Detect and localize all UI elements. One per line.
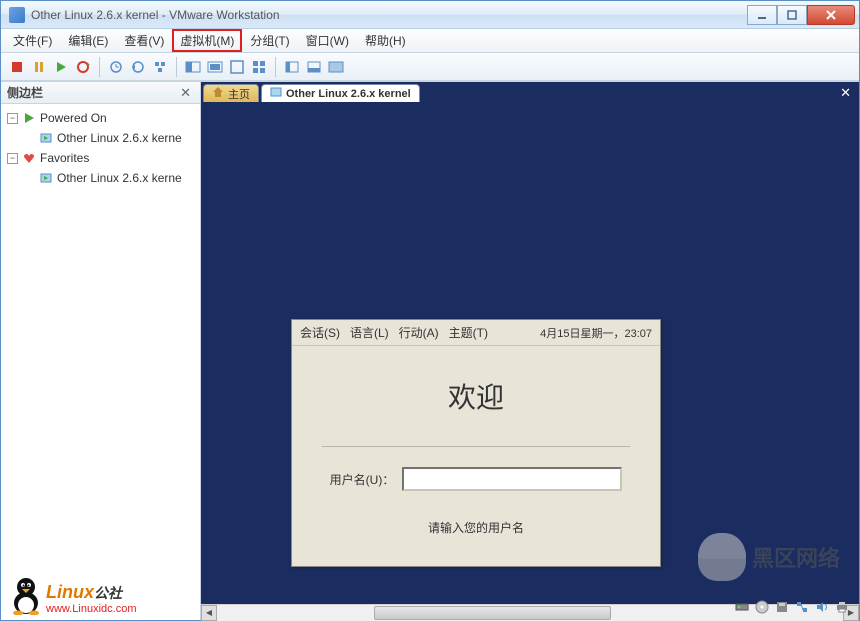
login-panel: 会话(S) 语言(L) 行动(A) 主题(T) 4月15日星期一，23:07 欢…	[291, 319, 661, 567]
vm-icon	[270, 86, 282, 101]
tab-vm[interactable]: Other Linux 2.6.x kernel	[261, 84, 420, 102]
login-body: 欢迎 用户名(U)： 请输入您的用户名	[292, 346, 660, 566]
separator	[99, 57, 100, 77]
collapse-icon[interactable]: −	[7, 113, 18, 124]
maximize-button[interactable]	[777, 5, 807, 25]
play-icon[interactable]	[51, 57, 71, 77]
watermark-text: Linux公社 www.Linuxidc.com	[46, 582, 136, 615]
linux-brand: Linux公社	[46, 582, 136, 603]
network-icon[interactable]	[794, 599, 810, 615]
app-icon	[9, 7, 25, 23]
watermark-right: 黑区网络	[698, 533, 840, 581]
tree-group-favorites[interactable]: − Favorites	[3, 148, 198, 168]
toolbar	[1, 53, 859, 81]
unity-icon[interactable]	[249, 57, 269, 77]
separator	[176, 57, 177, 77]
sound-icon[interactable]	[814, 599, 830, 615]
tab-close-icon[interactable]: ✕	[834, 85, 857, 101]
menu-view[interactable]: 查看(V)	[116, 29, 172, 52]
menu-help[interactable]: 帮助(H)	[357, 29, 414, 52]
tree-label: Favorites	[40, 151, 89, 165]
login-menu-lang[interactable]: 语言(L)	[350, 324, 389, 341]
scroll-thumb[interactable]	[374, 606, 612, 620]
login-menu-action[interactable]: 行动(A)	[399, 324, 439, 341]
close-button[interactable]	[807, 5, 855, 25]
tree-label: Other Linux 2.6.x kerne	[57, 131, 182, 145]
minimize-button[interactable]	[747, 5, 777, 25]
watermark-right-text: 黑区网络	[752, 541, 840, 573]
vm-icon	[39, 131, 53, 145]
sidebar-tree: − Powered On Other Linux 2.6.x kerne − F…	[1, 104, 200, 192]
status-icons	[734, 599, 850, 615]
sidebar: 侧边栏 ✕ − Powered On Other Linux 2.6.x ker…	[1, 82, 201, 620]
login-datetime: 4月15日星期一，23:07	[540, 325, 652, 341]
view-toolbar-icon[interactable]	[326, 57, 346, 77]
linux-url: www.Linuxidc.com	[46, 603, 136, 615]
username-row: 用户名(U)：	[322, 467, 630, 491]
scroll-left-icon[interactable]: ◀	[201, 605, 217, 621]
login-welcome-text: 欢迎	[322, 376, 630, 416]
tab-strip: 主页 Other Linux 2.6.x kernel ✕	[201, 82, 859, 104]
sidebar-title: 侧边栏	[7, 84, 177, 101]
penguin-icon	[8, 575, 44, 615]
fullscreen-icon[interactable]	[227, 57, 247, 77]
menu-file[interactable]: 文件(F)	[5, 29, 60, 52]
menu-vm[interactable]: 虚拟机(M)	[172, 29, 242, 52]
collapse-icon[interactable]: −	[7, 153, 18, 164]
main-window: Other Linux 2.6.x kernel - VMware Workst…	[0, 0, 860, 621]
floppy-icon[interactable]	[774, 599, 790, 615]
printer-icon[interactable]	[834, 599, 850, 615]
reset-icon[interactable]	[73, 57, 93, 77]
menu-window[interactable]: 窗口(W)	[298, 29, 357, 52]
tree-item-vm1[interactable]: Other Linux 2.6.x kerne	[3, 128, 198, 148]
window-title: Other Linux 2.6.x kernel - VMware Workst…	[31, 8, 747, 22]
power-off-icon[interactable]	[7, 57, 27, 77]
login-menu-theme[interactable]: 主题(T)	[449, 324, 488, 341]
sidebar-close-icon[interactable]: ✕	[177, 85, 194, 101]
tree-label: Other Linux 2.6.x kerne	[57, 171, 182, 185]
revert-icon[interactable]	[128, 57, 148, 77]
pause-icon[interactable]	[29, 57, 49, 77]
snapshot-icon[interactable]	[106, 57, 126, 77]
home-icon	[212, 86, 224, 101]
login-menu-session[interactable]: 会话(S)	[300, 324, 340, 341]
tree-group-powered-on[interactable]: − Powered On	[3, 108, 198, 128]
menu-group[interactable]: 分组(T)	[242, 29, 297, 52]
title-bar: Other Linux 2.6.x kernel - VMware Workst…	[1, 1, 859, 29]
menu-edit[interactable]: 编辑(E)	[60, 29, 116, 52]
view-summary-icon[interactable]	[183, 57, 203, 77]
cd-icon[interactable]	[754, 599, 770, 615]
snapshot-manager-icon[interactable]	[150, 57, 170, 77]
divider	[322, 446, 630, 447]
username-label: 用户名(U)：	[330, 471, 395, 488]
tab-home[interactable]: 主页	[203, 84, 259, 102]
separator	[275, 57, 276, 77]
login-menu: 会话(S) 语言(L) 行动(A) 主题(T) 4月15日星期一，23:07	[292, 320, 660, 346]
sidebar-toggle-icon[interactable]	[282, 57, 302, 77]
hdd-icon[interactable]	[734, 599, 750, 615]
thumbnails-icon[interactable]	[304, 57, 324, 77]
tab-label: Other Linux 2.6.x kernel	[286, 88, 411, 100]
watermark-left: Linux公社 www.Linuxidc.com	[8, 575, 136, 615]
play-icon	[22, 111, 36, 125]
tab-label: 主页	[228, 86, 250, 102]
menu-bar: 文件(F) 编辑(E) 查看(V) 虚拟机(M) 分组(T) 窗口(W) 帮助(…	[1, 29, 859, 53]
heart-icon	[22, 151, 36, 165]
login-hint: 请输入您的用户名	[322, 519, 630, 536]
vm-icon	[39, 171, 53, 185]
tree-label: Powered On	[40, 111, 107, 125]
view-console-icon[interactable]	[205, 57, 225, 77]
tree-item-vm2[interactable]: Other Linux 2.6.x kerne	[3, 168, 198, 188]
vm-display[interactable]: 会话(S) 语言(L) 行动(A) 主题(T) 4月15日星期一，23:07 欢…	[201, 104, 859, 604]
mushroom-icon	[698, 533, 746, 581]
username-input[interactable]	[402, 467, 622, 491]
window-buttons	[747, 5, 855, 25]
sidebar-header: 侧边栏 ✕	[1, 82, 200, 104]
